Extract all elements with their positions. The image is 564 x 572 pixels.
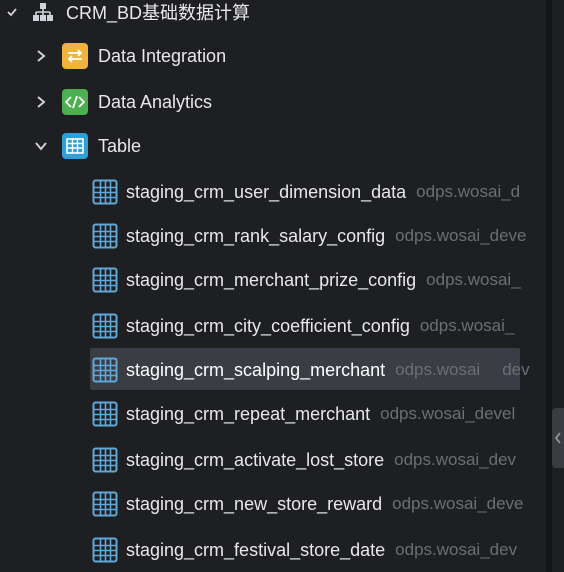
hierarchy-icon: [32, 2, 54, 22]
chevron-right-icon[interactable]: [34, 49, 48, 63]
table-row[interactable]: staging_crm_festival_store_date odps.wos…: [92, 532, 517, 568]
chevron-left-icon: [554, 431, 562, 445]
table-grid-icon: [92, 491, 118, 517]
tree-folder-table[interactable]: Table: [34, 126, 141, 166]
folder-label: Data Integration: [98, 45, 227, 66]
table-name: staging_crm_merchant_prize_config: [126, 269, 417, 290]
sync-arrows-icon: [62, 43, 88, 69]
table-row[interactable]: staging_crm_activate_lost_store odps.wos…: [92, 442, 516, 478]
scrollbar-track[interactable]: [546, 0, 552, 572]
table-source: odps.wosai_: [419, 316, 515, 335]
root-label: CRM_BD基础数据计算: [66, 3, 251, 23]
table-source: odps.wosai: [395, 360, 481, 379]
table-source: odps.wosai_deve: [392, 494, 524, 513]
folder-label: Data Analytics: [98, 91, 213, 112]
table-source: odps.wosai_d: [416, 182, 521, 201]
table-name: staging_crm_new_store_reward: [126, 493, 383, 514]
chevron-down-icon[interactable]: [34, 139, 48, 153]
tree-folder-data-integration[interactable]: Data Integration: [34, 36, 226, 76]
table-name: staging_crm_user_dimension_data: [126, 181, 407, 202]
table-row[interactable]: staging_crm_city_coefficient_config odps…: [92, 308, 514, 344]
table-name: staging_crm_scalping_merchant: [126, 359, 386, 380]
code-icon: [62, 89, 88, 115]
table-name: staging_crm_rank_salary_config: [126, 225, 386, 246]
table-grid-icon: [92, 179, 118, 205]
table-row[interactable]: staging_crm_new_store_reward odps.wosai_…: [92, 486, 524, 522]
chevron-right-icon[interactable]: [34, 95, 48, 109]
folder-label: Table: [98, 135, 142, 156]
table-source: odps.wosai_dev: [394, 450, 517, 469]
table-row-selected[interactable]: staging_crm_scalping_merchant odps.wosai…: [92, 352, 530, 388]
table-source: odps.wosai_: [426, 270, 521, 289]
table-grid-icon: [92, 313, 118, 339]
table-row[interactable]: staging_crm_rank_salary_config odps.wosa…: [92, 218, 527, 254]
table-source: odps.wosai_dev: [395, 540, 518, 559]
panel-collapse-handle[interactable]: [552, 408, 564, 468]
table-grid-icon: [92, 357, 118, 383]
table-row[interactable]: staging_crm_user_dimension_data odps.wos…: [92, 174, 520, 210]
table-grid-icon: [92, 537, 118, 563]
expand-check-icon[interactable]: [6, 6, 20, 18]
table-source: odps.wosai_devel: [380, 404, 516, 423]
resource-tree: CRM_BD基础数据计算 Data Integration Data Analy…: [0, 0, 544, 572]
table-grid-icon: [92, 447, 118, 473]
table-source-tail: dev: [502, 360, 530, 379]
table-row[interactable]: staging_crm_repeat_merchant odps.wosai_d…: [92, 396, 515, 432]
table-icon: [62, 133, 88, 159]
table-name: staging_crm_city_coefficient_config: [126, 315, 410, 336]
table-grid-icon: [92, 267, 118, 293]
table-source: odps.wosai_deve: [395, 226, 527, 245]
tree-folder-data-analytics[interactable]: Data Analytics: [34, 82, 212, 122]
tree-root[interactable]: CRM_BD基础数据计算: [6, 0, 250, 30]
table-row[interactable]: staging_crm_merchant_prize_config odps.w…: [92, 262, 521, 298]
table-name: staging_crm_repeat_merchant: [126, 403, 371, 424]
table-grid-icon: [92, 401, 118, 427]
table-name: staging_crm_activate_lost_store: [126, 449, 385, 470]
table-name: staging_crm_festival_store_date: [126, 539, 386, 560]
table-grid-icon: [92, 223, 118, 249]
